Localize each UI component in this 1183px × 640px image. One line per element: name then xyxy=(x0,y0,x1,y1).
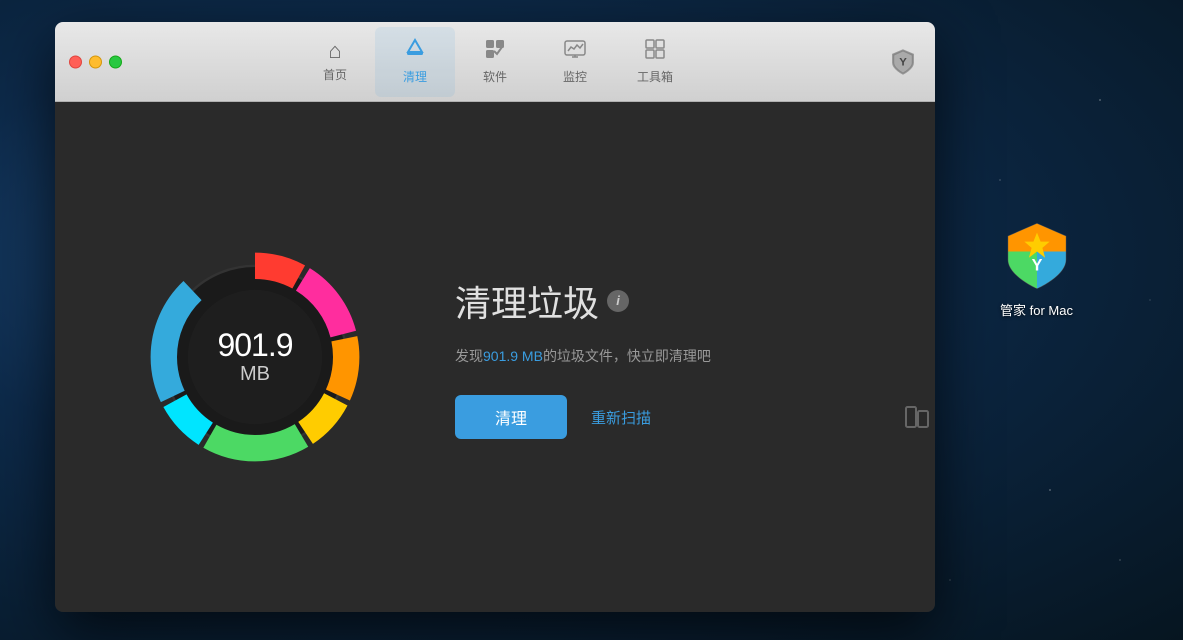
minimize-button[interactable] xyxy=(89,55,102,68)
donut-unit: MB xyxy=(217,363,292,386)
nav-item-software[interactable]: 软件 xyxy=(455,27,535,97)
desktop-icon-name: 管家 for Mac xyxy=(1000,303,1073,318)
monitor-icon xyxy=(564,38,586,64)
nav-label-home: 首页 xyxy=(323,66,347,83)
donut-chart: 901.9 MB xyxy=(135,237,375,477)
app-window: ⌂ 首页 清理 xyxy=(55,22,935,612)
section-title: 清理垃圾 i xyxy=(455,275,935,327)
nav-label-monitor: 监控 xyxy=(563,68,587,85)
desktop-icon-guanjia[interactable]: Y 管家 for Mac xyxy=(1000,220,1073,319)
clean-button[interactable]: 清理 xyxy=(455,395,567,439)
maximize-button[interactable] xyxy=(109,55,122,68)
desc-prefix: 发现 xyxy=(455,348,483,364)
right-panel: 清理垃圾 i 发现901.9 MB的垃圾文件，快立即清理吧 清理 重新扫描 xyxy=(455,275,935,439)
donut-number: 901.9 xyxy=(217,328,292,363)
title-bar: ⌂ 首页 清理 xyxy=(55,22,935,102)
desktop-icon-label: 管家 for Mac xyxy=(1000,300,1073,319)
nav-item-monitor[interactable]: 监控 xyxy=(535,27,615,97)
main-content: 901.9 MB 清理垃圾 i 发现901.9 MB的垃圾文件，快立即清理吧 清… xyxy=(55,102,935,612)
desktop-icon-shield: Y xyxy=(1001,220,1073,292)
description-text: 发现901.9 MB的垃圾文件，快立即清理吧 xyxy=(455,345,935,367)
home-icon: ⌂ xyxy=(328,40,341,62)
nav-item-clean[interactable]: 清理 xyxy=(375,27,455,97)
shield-icon: Y xyxy=(889,48,917,76)
shield-top-right-button[interactable]: Y xyxy=(885,44,921,80)
toolbox-icon xyxy=(644,38,666,64)
nav-item-home[interactable]: ⌂ 首页 xyxy=(295,27,375,97)
desc-highlight: 901.9 MB xyxy=(483,348,543,364)
svg-text:Y: Y xyxy=(1031,256,1042,274)
software-icon xyxy=(484,38,506,64)
toolbar-nav: ⌂ 首页 清理 xyxy=(55,27,935,97)
nav-label-clean: 清理 xyxy=(403,68,427,85)
donut-center-label: 901.9 MB xyxy=(217,328,292,386)
clean-icon xyxy=(404,38,426,64)
desc-suffix: 的垃圾文件，快立即清理吧 xyxy=(543,348,711,364)
nav-item-toolbox[interactable]: 工具箱 xyxy=(615,27,695,97)
nav-label-toolbox: 工具箱 xyxy=(637,68,673,85)
compare-icon[interactable] xyxy=(899,399,935,435)
rescan-button[interactable]: 重新扫描 xyxy=(591,407,651,428)
info-icon: i xyxy=(607,290,629,312)
close-button[interactable] xyxy=(69,55,82,68)
action-row: 清理 重新扫描 xyxy=(455,395,935,439)
window-controls xyxy=(55,55,122,68)
svg-text:Y: Y xyxy=(899,56,907,68)
section-title-text: 清理垃圾 xyxy=(455,275,599,327)
nav-label-software: 软件 xyxy=(483,68,507,85)
